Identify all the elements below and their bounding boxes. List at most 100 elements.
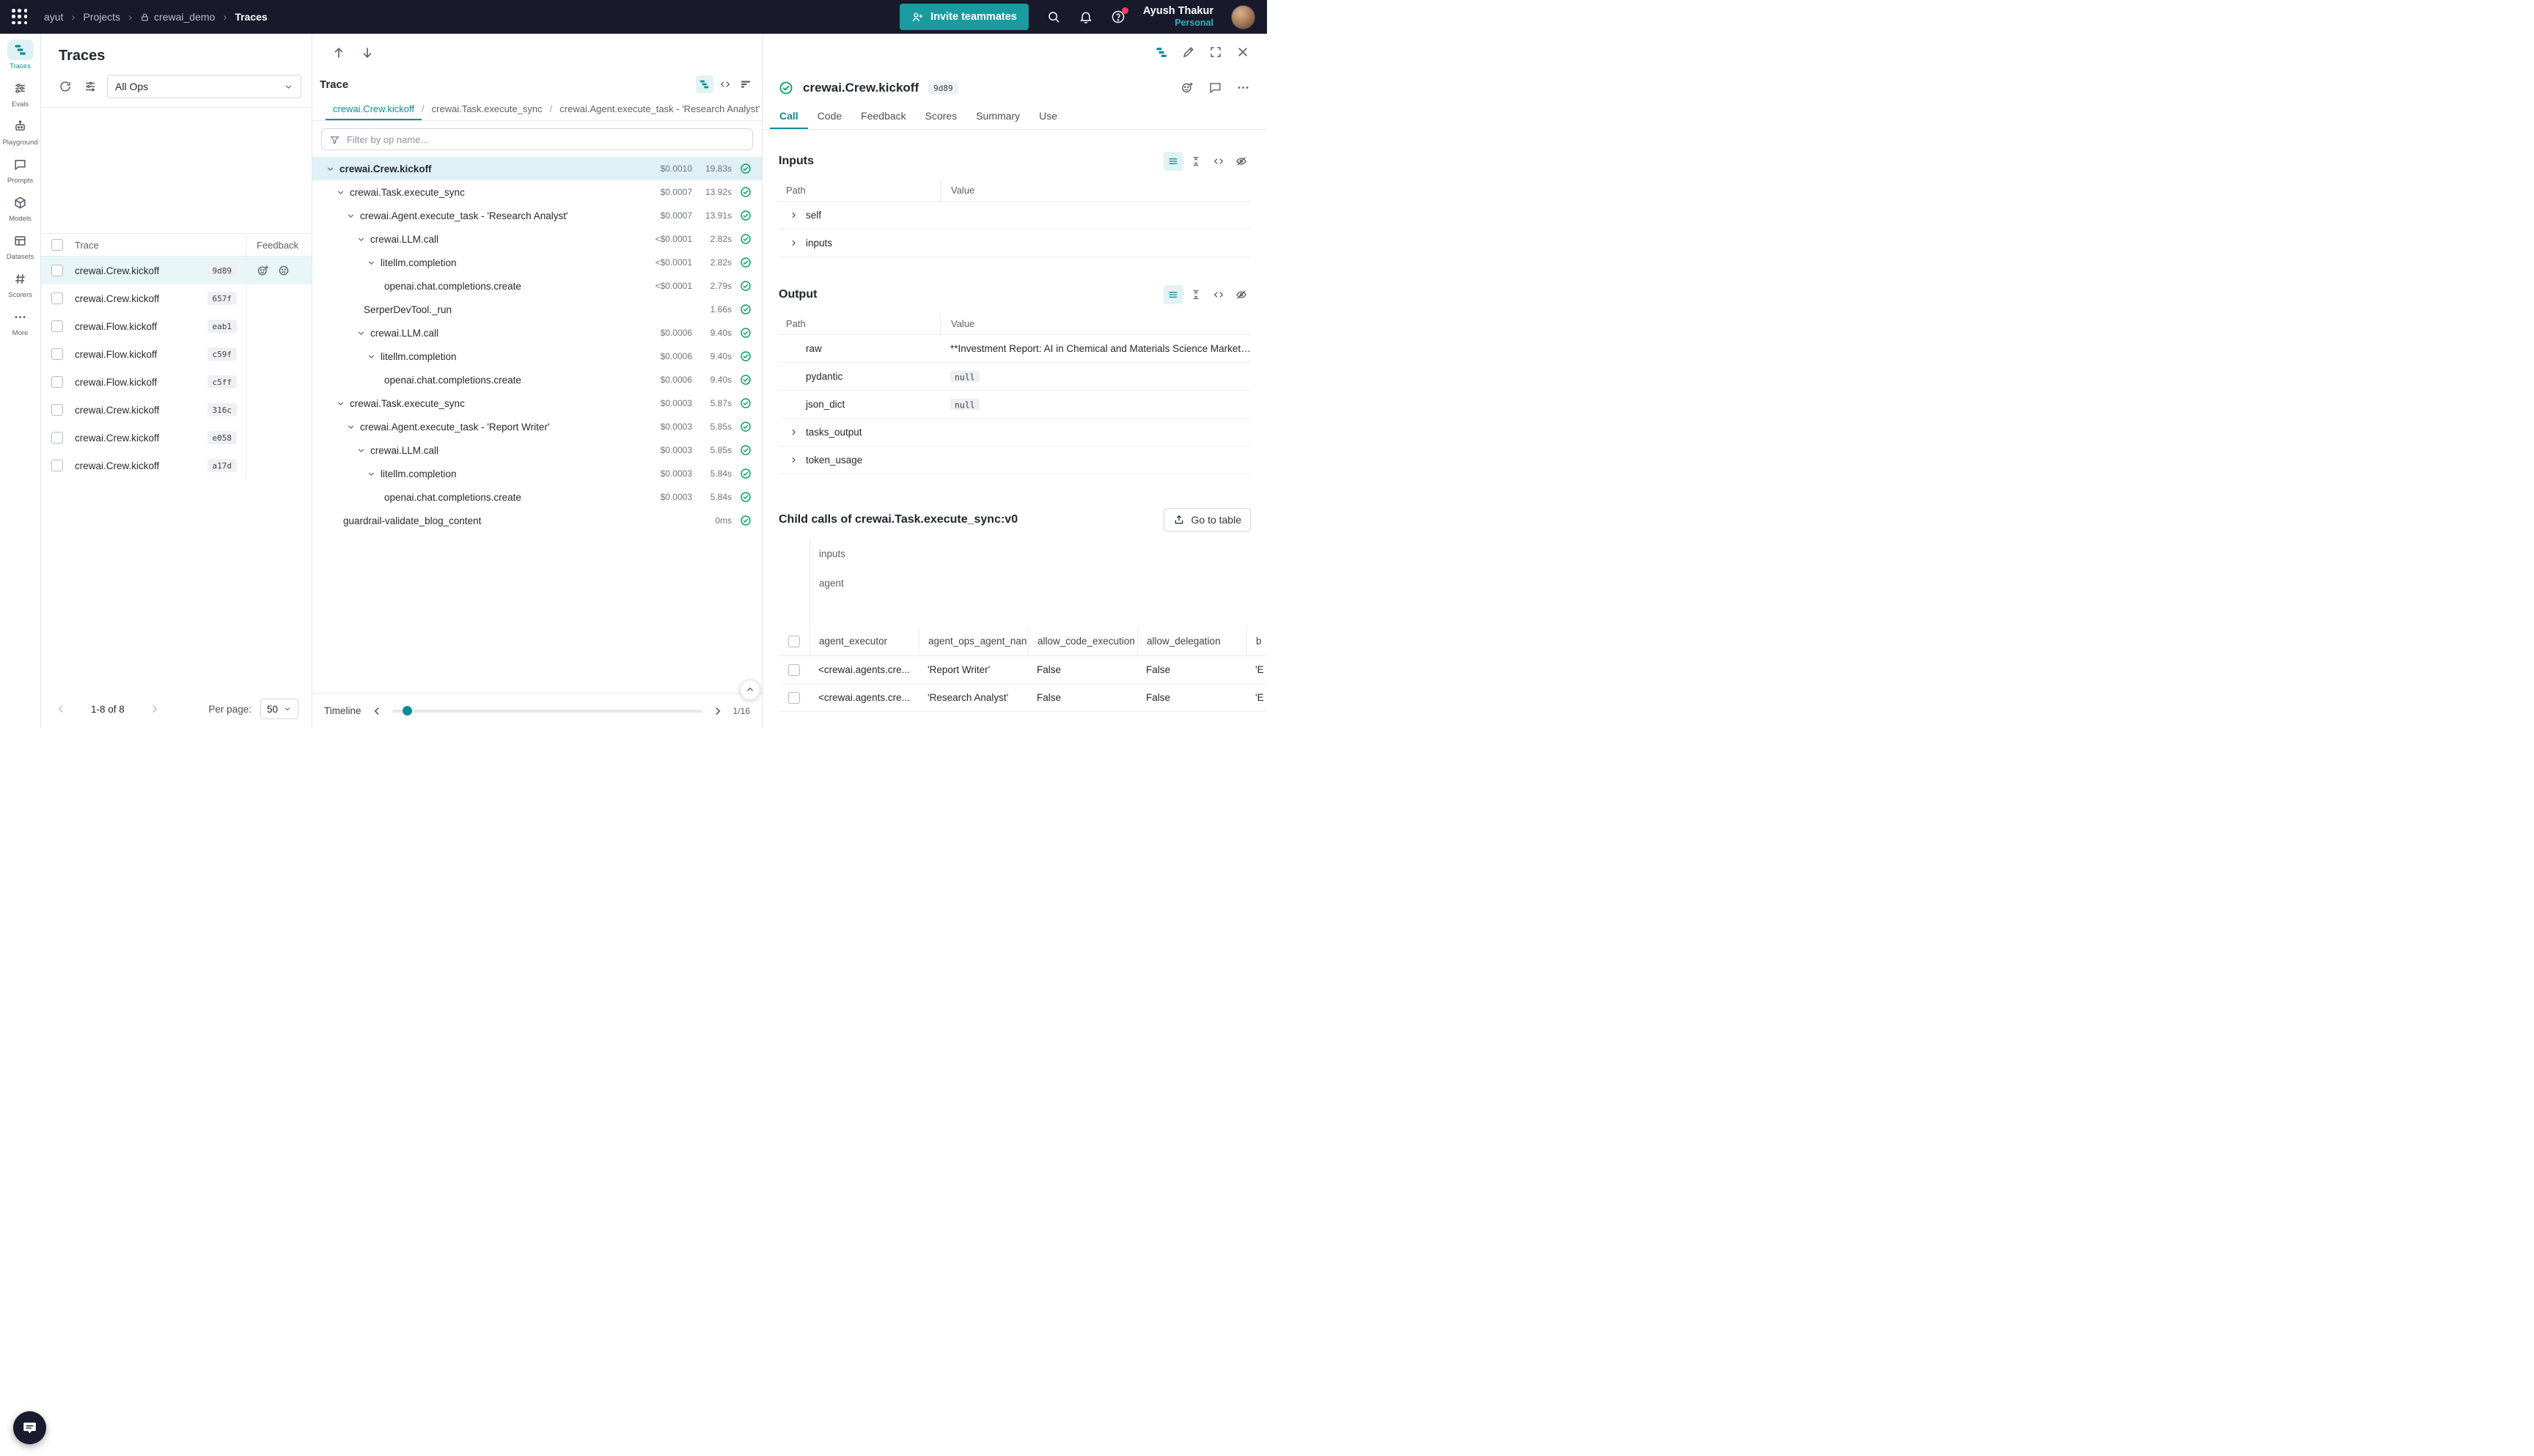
table-row[interactable]: crewai.Crew.kickoff316c [41, 396, 312, 424]
breadcrumb-projects[interactable]: Projects [83, 11, 120, 23]
code-view-icon[interactable] [1209, 152, 1228, 171]
op-filter-input[interactable] [347, 134, 745, 145]
tab-code[interactable]: Code [808, 104, 851, 129]
trace-tree-row[interactable]: crewai.Task.execute_sync $0.00035.87s [312, 391, 762, 415]
close-icon[interactable] [1236, 45, 1251, 60]
flamegraph-icon[interactable] [737, 76, 754, 93]
chevron-down-icon[interactable] [336, 399, 345, 408]
output-row-json-dict[interactable]: json_dict null [779, 391, 1251, 419]
timeline-slider-handle[interactable] [403, 706, 412, 716]
input-row-inputs[interactable]: inputs [779, 229, 1251, 257]
invite-teammates-button[interactable]: Invite teammates [900, 4, 1029, 30]
trace-tree-row[interactable]: crewai.Crew.kickoff $0.001019.83s [312, 157, 762, 180]
chevron-down-icon[interactable] [336, 188, 345, 197]
tree-view-icon[interactable] [1155, 45, 1169, 60]
sidebar-item-models[interactable]: Models [1, 192, 40, 223]
row-checkbox[interactable] [788, 692, 800, 704]
next-trace-icon[interactable] [359, 44, 376, 62]
trace-tree-row[interactable]: litellm.completion $0.00035.84s [312, 462, 762, 485]
code-view-icon[interactable] [716, 76, 734, 93]
list-view-icon[interactable] [1164, 152, 1183, 171]
table-row[interactable]: <crewai.agents.cre... 'Report Writer' Fa… [779, 656, 1267, 684]
chevron-right-icon[interactable] [789, 427, 798, 437]
timeline-slider[interactable] [392, 710, 702, 713]
chevron-down-icon[interactable] [346, 422, 356, 432]
path-tab[interactable]: crewai.Agent.execute_task - 'Research An… [552, 97, 762, 120]
table-row[interactable]: crewai.Flow.kickoffeab1 [41, 312, 312, 340]
trace-tree-row[interactable]: openai.chat.completions.create $0.00069.… [312, 368, 762, 391]
tree-view-icon[interactable] [696, 76, 713, 93]
row-checkbox[interactable] [51, 460, 63, 471]
breadcrumb-page[interactable]: Traces [235, 11, 267, 23]
search-icon[interactable] [1046, 10, 1061, 24]
bell-icon[interactable] [1079, 10, 1093, 24]
eye-off-icon[interactable] [1232, 285, 1251, 304]
overflow-menu-icon[interactable] [1236, 81, 1251, 95]
ops-filter-select[interactable]: All Ops [107, 75, 301, 98]
sidebar-item-scorers[interactable]: Scorers [1, 268, 40, 299]
breadcrumb-project[interactable]: crewai_demo [140, 11, 215, 23]
row-checkbox[interactable] [51, 293, 63, 304]
tab-use[interactable]: Use [1029, 104, 1067, 129]
columns-settings-button[interactable] [82, 78, 98, 95]
row-checkbox[interactable] [51, 376, 63, 388]
trace-tree-row[interactable]: litellm.completion <$0.00012.82s [312, 251, 762, 274]
trace-tree-row[interactable]: openai.chat.completions.create $0.00035.… [312, 485, 762, 509]
select-all-checkbox[interactable] [788, 636, 800, 647]
chevron-down-icon[interactable] [356, 235, 366, 244]
trace-tree-row[interactable]: crewai.Agent.execute_task - 'Report Writ… [312, 415, 762, 438]
tab-summary[interactable]: Summary [966, 104, 1029, 129]
prev-trace-icon[interactable] [330, 44, 348, 62]
sidebar-item-prompts[interactable]: Prompts [1, 154, 40, 185]
output-row-token-usage[interactable]: token_usage [779, 446, 1251, 474]
emoji-add-icon[interactable] [1180, 81, 1195, 95]
user-avatar[interactable] [1231, 5, 1255, 29]
go-to-table-button[interactable]: Go to table [1164, 508, 1252, 532]
support-chat-button[interactable] [13, 1411, 46, 1444]
trace-tree-row[interactable]: litellm.completion $0.00069.40s [312, 345, 762, 368]
chevron-down-icon[interactable] [367, 258, 376, 268]
trace-tree-row[interactable]: crewai.LLM.call <$0.00012.82s [312, 227, 762, 251]
next-page-icon[interactable] [148, 702, 161, 716]
row-checkbox[interactable] [51, 404, 63, 416]
call-id-badge[interactable]: 9d89 [928, 81, 958, 95]
breadcrumb-org[interactable]: ayut [44, 11, 63, 23]
table-row[interactable]: crewai.Crew.kickoff9d89 [41, 257, 312, 284]
sidebar-item-evals[interactable]: Evals [1, 78, 40, 109]
code-view-icon[interactable] [1209, 285, 1228, 304]
row-checkbox[interactable] [51, 320, 63, 332]
chevron-down-icon[interactable] [367, 352, 376, 361]
trace-tree-row[interactable]: crewai.LLM.call $0.00035.85s [312, 438, 762, 462]
timeline-next-icon[interactable] [711, 705, 724, 718]
trace-tree-row[interactable]: openai.chat.completions.create <$0.00012… [312, 274, 762, 298]
chevron-down-icon[interactable] [356, 328, 366, 338]
trace-tree-row[interactable]: guardrail-validate_blog_content 0ms [312, 509, 762, 532]
chevron-down-icon[interactable] [326, 164, 335, 174]
row-checkbox[interactable] [788, 664, 800, 676]
chevron-down-icon[interactable] [346, 211, 356, 221]
path-tab[interactable]: crewai.Crew.kickoff [326, 97, 422, 120]
trace-tree-row[interactable]: SerperDevTool._run 1.66s [312, 298, 762, 321]
chevron-down-icon[interactable] [356, 446, 366, 455]
chevron-down-icon[interactable] [367, 469, 376, 479]
user-menu[interactable]: Ayush Thakur Personal [1143, 4, 1213, 29]
select-all-checkbox[interactable] [51, 239, 63, 251]
scroll-to-top-button[interactable] [740, 680, 760, 700]
sidebar-item-datasets[interactable]: Datasets [1, 230, 40, 261]
eye-off-icon[interactable] [1232, 152, 1251, 171]
per-page-select[interactable]: 50 [260, 699, 298, 719]
table-row[interactable]: crewai.Flow.kickoffc5ff [41, 368, 312, 396]
output-row-raw[interactable]: raw **Investment Report: AI in Chemical … [779, 335, 1251, 363]
refresh-button[interactable] [57, 78, 73, 95]
sidebar-item-more[interactable]: More [1, 306, 40, 337]
column-header[interactable]: agent_executor [809, 627, 919, 655]
column-header[interactable]: agent_ops_agent_nan [919, 627, 1028, 655]
help-icon[interactable] [1111, 10, 1125, 24]
trace-tree-row[interactable]: crewai.Task.execute_sync $0.000713.92s [312, 180, 762, 204]
trace-tree-row[interactable]: crewai.Agent.execute_task - 'Research An… [312, 204, 762, 227]
unfold-icon[interactable] [1186, 285, 1205, 304]
sidebar-item-traces[interactable]: Traces [1, 40, 40, 70]
timeline-prev-icon[interactable] [370, 705, 383, 718]
list-view-icon[interactable] [1164, 285, 1183, 304]
chevron-right-icon[interactable] [789, 238, 798, 248]
